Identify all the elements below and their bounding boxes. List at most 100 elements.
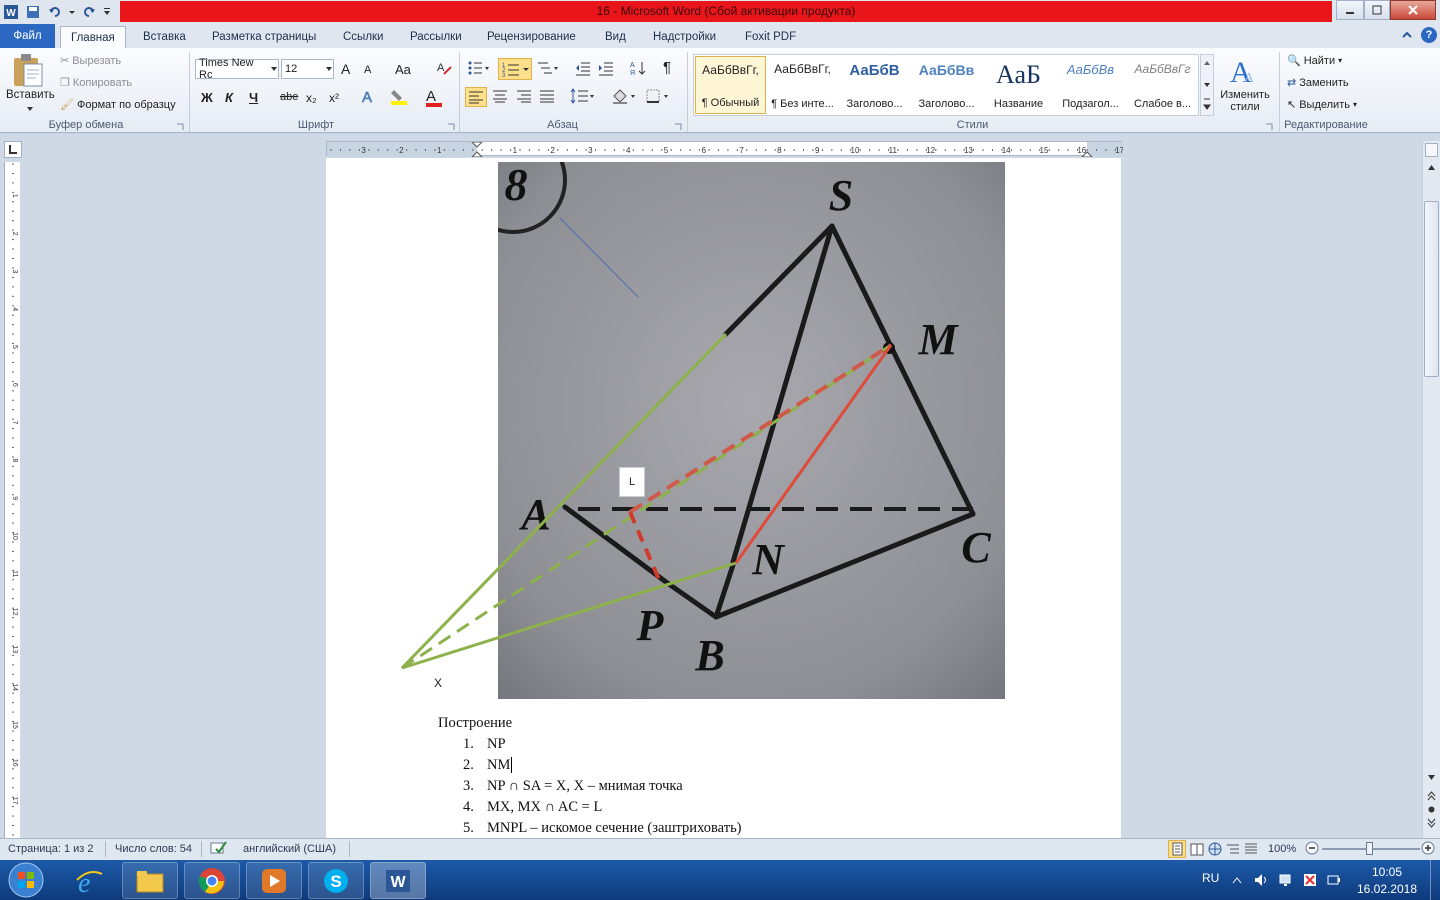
clock-time[interactable]: 10:05 xyxy=(1360,865,1414,879)
collapse-ribbon-icon[interactable] xyxy=(1401,29,1413,44)
format-painter-button[interactable]: 🖌 Формат по образцу xyxy=(60,98,176,112)
save-icon[interactable] xyxy=(24,3,42,21)
tab-foxit-pdf[interactable]: Foxit PDF xyxy=(735,26,806,48)
close-button[interactable] xyxy=(1390,0,1436,20)
language-indicator[interactable]: английский (США) xyxy=(243,843,336,855)
tab-insert[interactable]: Вставка xyxy=(133,26,196,48)
word-count[interactable]: Число слов: 54 xyxy=(115,843,192,855)
clock-date[interactable]: 16.02.2018 xyxy=(1350,882,1424,896)
justify-icon[interactable] xyxy=(538,88,556,107)
numbering-icon[interactable]: 123 xyxy=(498,58,532,80)
change-styles-label-2[interactable]: стили xyxy=(1216,101,1274,113)
font-name-combo[interactable]: Times New Rc xyxy=(195,57,279,81)
word-taskbar-button[interactable]: W xyxy=(370,862,426,899)
show-desktop-button[interactable] xyxy=(1430,860,1440,900)
style-heading-2[interactable]: АаБбВв Заголово... xyxy=(911,56,982,114)
clipboard-launcher-icon[interactable] xyxy=(176,122,184,134)
zoom-slider-thumb[interactable] xyxy=(1366,842,1373,855)
customize-qat-icon[interactable] xyxy=(102,3,112,21)
label-l-box[interactable]: L xyxy=(619,467,645,497)
font-launcher-icon[interactable] xyxy=(447,122,455,134)
network-icon[interactable] xyxy=(1278,872,1294,891)
select-button[interactable]: ↖ Выделить ▾ xyxy=(1287,98,1357,112)
shrink-font-button[interactable]: A xyxy=(364,64,371,76)
chrome-taskbar-button[interactable] xyxy=(184,862,240,899)
style-heading-1[interactable]: АаБбВ Заголово... xyxy=(839,56,910,114)
paragraph-launcher-icon[interactable] xyxy=(674,122,682,134)
start-button[interactable] xyxy=(4,861,48,899)
ie-taskbar-button[interactable]: e xyxy=(62,862,116,899)
line-spacing-icon[interactable] xyxy=(570,88,596,107)
clear-formatting-icon[interactable]: A xyxy=(436,60,452,79)
undo-icon[interactable] xyxy=(46,3,64,21)
replace-button[interactable]: ⇄ Заменить xyxy=(1287,76,1349,90)
zoom-in-icon[interactable] xyxy=(1421,841,1435,858)
browse-object-icon[interactable] xyxy=(1425,803,1438,816)
next-page-icon[interactable] xyxy=(1425,817,1438,830)
zoom-out-icon[interactable] xyxy=(1305,841,1319,858)
tab-view[interactable]: Вид xyxy=(595,26,636,48)
style-normal[interactable]: АаБбВвГг, ¶ Обычный xyxy=(695,56,766,114)
italic-button[interactable]: К xyxy=(225,90,233,105)
text-effects-icon[interactable]: A xyxy=(360,88,376,107)
tab-references[interactable]: Ссылки xyxy=(333,26,394,48)
multilevel-list-icon[interactable] xyxy=(536,60,558,79)
bullets-icon[interactable] xyxy=(467,60,489,79)
cut-button[interactable]: ✂ Вырезать xyxy=(60,54,121,68)
paste-button[interactable]: Вставить xyxy=(6,89,55,101)
find-button[interactable]: 🔍 Найти ▾ xyxy=(1287,54,1342,68)
outline-view-icon[interactable] xyxy=(1225,841,1241,860)
font-color-button[interactable]: A xyxy=(426,88,442,107)
tab-selector-icon[interactable] xyxy=(4,141,22,158)
align-center-icon[interactable] xyxy=(491,88,509,107)
proofing-icon[interactable] xyxy=(210,840,228,859)
tab-review[interactable]: Рецензирование xyxy=(477,26,586,48)
help-button[interactable]: ? xyxy=(1421,27,1437,43)
power-icon[interactable] xyxy=(1326,872,1342,891)
action-center-icon[interactable] xyxy=(1302,872,1318,891)
copy-button[interactable]: ❐ Копировать xyxy=(60,76,132,90)
redo-icon[interactable] xyxy=(80,3,98,21)
show-formatting-button[interactable]: ¶ xyxy=(663,59,671,76)
subscript-button[interactable]: x₂ xyxy=(306,91,317,105)
paste-icon[interactable] xyxy=(10,52,46,91)
align-right-icon[interactable] xyxy=(515,88,533,107)
skype-taskbar-button[interactable]: S xyxy=(308,862,364,899)
undo-dropdown-icon[interactable] xyxy=(68,3,76,21)
change-case-button[interactable]: Aa xyxy=(395,62,411,77)
reading-view-icon[interactable] xyxy=(1189,841,1205,860)
word-app-icon[interactable]: W xyxy=(2,3,20,21)
print-layout-view-icon[interactable] xyxy=(1168,840,1186,858)
change-styles-label[interactable]: Изменить xyxy=(1216,89,1274,101)
scroll-down-icon[interactable] xyxy=(1425,771,1438,784)
label-x[interactable]: X xyxy=(434,676,442,690)
volume-icon[interactable] xyxy=(1253,872,1269,891)
previous-page-icon[interactable] xyxy=(1425,789,1438,802)
tab-file[interactable]: Файл xyxy=(0,24,55,48)
styles-scroll[interactable] xyxy=(1200,54,1214,116)
style-subtle-emphasis[interactable]: АаБбВвГг Слабое в... xyxy=(1127,56,1198,114)
show-hidden-icons-icon[interactable] xyxy=(1232,875,1242,887)
zoom-level[interactable]: 100% xyxy=(1268,843,1296,855)
sort-icon[interactable]: AЯ xyxy=(630,60,646,79)
highlight-icon[interactable] xyxy=(390,88,408,108)
scroll-up-icon[interactable] xyxy=(1425,161,1438,174)
scroll-thumb[interactable] xyxy=(1424,201,1439,377)
shading-icon[interactable] xyxy=(611,88,637,107)
draft-view-icon[interactable] xyxy=(1243,841,1259,860)
style-no-spacing[interactable]: АаБбВвГг, ¶ Без инте... xyxy=(767,56,838,114)
tab-page-layout[interactable]: Разметка страницы xyxy=(202,26,326,48)
strikethrough-button[interactable]: abe xyxy=(280,91,298,103)
styles-launcher-icon[interactable] xyxy=(1265,122,1273,134)
paste-dropdown-icon[interactable] xyxy=(26,103,34,115)
web-layout-view-icon[interactable] xyxy=(1207,841,1223,860)
vertical-scrollbar[interactable] xyxy=(1422,141,1440,838)
minimize-button[interactable] xyxy=(1336,0,1364,20)
increase-indent-icon[interactable] xyxy=(598,60,614,79)
decrease-indent-icon[interactable] xyxy=(575,60,591,79)
tab-home[interactable]: Главная xyxy=(60,26,126,48)
change-styles-icon[interactable]: AA xyxy=(1228,54,1260,89)
align-left-icon[interactable] xyxy=(465,87,487,107)
horizontal-ruler[interactable]: 3 2 1 1 2 3 4 5 6 7 8 9 10 11 12 13 14 15 16 17 xyxy=(326,141,1125,158)
style-subtitle[interactable]: АаБбВв Подзагол... xyxy=(1055,56,1126,114)
